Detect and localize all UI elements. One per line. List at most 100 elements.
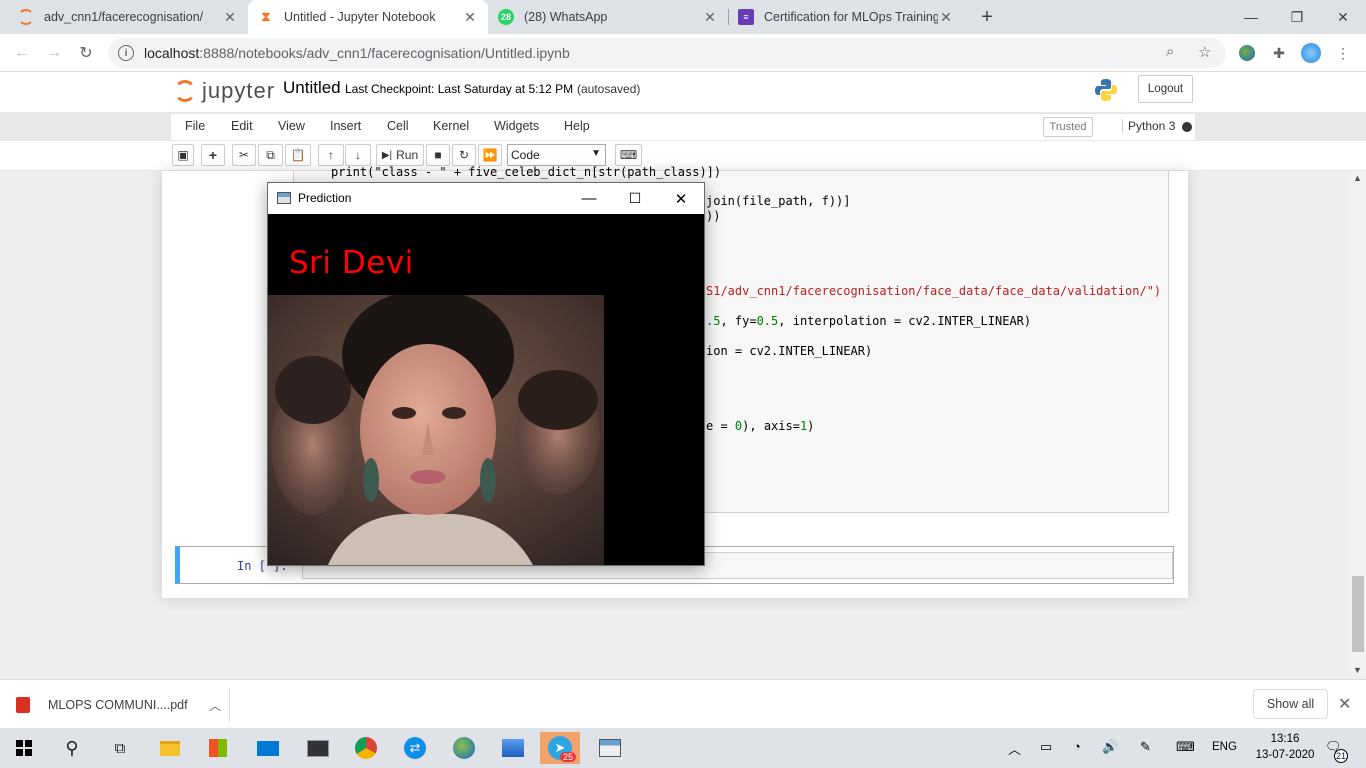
cell-type-value: Code	[511, 148, 540, 162]
battery-icon[interactable]: ▭	[1040, 739, 1052, 755]
add-cell-icon[interactable]: +	[201, 144, 225, 166]
code-line: ))	[706, 209, 721, 223]
profile-avatar[interactable]	[1301, 43, 1321, 63]
minimize-icon[interactable]: —	[566, 183, 612, 214]
python-logo-icon	[1095, 79, 1117, 101]
new-tab-button[interactable]: +	[964, 0, 1010, 34]
menu-kernel[interactable]: Kernel	[433, 119, 469, 133]
zoom-search-icon[interactable]: ⌕	[1166, 43, 1174, 60]
task-view-icon[interactable]: ⧉	[100, 732, 140, 764]
scroll-up-icon[interactable]: ▲	[1353, 173, 1362, 183]
close-icon[interactable]: ✕	[938, 9, 954, 26]
keyboard-icon[interactable]: ⌨	[1176, 739, 1195, 755]
telegram-icon[interactable]: ➤ 25	[540, 732, 580, 764]
browser-tab-strip: adv_cnn1/facerecognisation/ ✕ ⧗ Untitled…	[0, 0, 1366, 34]
opencv-window-icon[interactable]	[590, 732, 630, 764]
tab-title: (28) WhatsApp	[524, 10, 608, 24]
menu-widgets[interactable]: Widgets	[494, 119, 539, 133]
reload-icon[interactable]: ↻	[74, 41, 98, 65]
back-icon[interactable]: ←	[10, 41, 34, 65]
teamviewer-icon[interactable]: ⇄	[395, 732, 435, 764]
store-icon[interactable]	[198, 732, 238, 764]
close-icon[interactable]: ✕	[1338, 694, 1351, 714]
browser-toolbar: ← → ↻ i localhost:8888/notebooks/adv_cnn…	[0, 34, 1366, 72]
mail-icon[interactable]	[248, 732, 288, 764]
menu-view[interactable]: View	[278, 119, 305, 133]
extensions-puzzle-icon[interactable]: ✚	[1269, 43, 1289, 63]
notebook-name[interactable]: Untitled	[283, 78, 341, 98]
photos-icon[interactable]	[493, 732, 533, 764]
extension-globe-icon[interactable]	[1237, 43, 1257, 63]
forward-icon[interactable]: →	[42, 41, 66, 65]
prediction-titlebar[interactable]: Prediction — ☐ ✕	[268, 183, 704, 214]
move-up-icon[interactable]: ↑	[318, 144, 344, 166]
close-icon[interactable]: ✕	[222, 9, 238, 26]
show-all-button[interactable]: Show all	[1253, 689, 1328, 719]
close-icon[interactable]: ✕	[462, 9, 478, 26]
pen-icon[interactable]: ✎	[1140, 739, 1151, 755]
paste-icon[interactable]: 📋	[285, 144, 311, 166]
tab-file-browser[interactable]: adv_cnn1/facerecognisation/ ✕	[8, 0, 248, 34]
trusted-indicator[interactable]: Trusted	[1043, 117, 1093, 137]
move-down-icon[interactable]: ↓	[345, 144, 371, 166]
menu-cell[interactable]: Cell	[387, 119, 409, 133]
address-path: :8888/notebooks/adv_cnn1/facerecognisati…	[199, 45, 570, 61]
search-icon[interactable]: ⚲	[52, 732, 92, 764]
close-icon[interactable]: ✕	[658, 183, 704, 214]
globe-app-icon[interactable]	[444, 732, 484, 764]
code-line: S1/adv_cnn1/facerecognisation/face_data/…	[706, 284, 1162, 298]
restart-icon[interactable]: ↻	[452, 144, 476, 166]
info-icon[interactable]: i	[118, 45, 134, 61]
menu-file[interactable]: File	[185, 119, 205, 133]
prediction-window[interactable]: Prediction — ☐ ✕ Sri Devi	[267, 182, 705, 566]
kernel-name: Python 3	[1122, 119, 1175, 133]
file-explorer-icon[interactable]	[150, 732, 190, 764]
windows-taskbar: ⚲ ⧉ ⇄ ➤ 25 ︿ ▭ ◔ 🔊 ✎ ⌨ ENG 13:16 13-07-2…	[0, 728, 1366, 768]
address-bar[interactable]: i localhost:8888/notebooks/adv_cnn1/face…	[108, 38, 1226, 68]
tab-whatsapp[interactable]: 28 (28) WhatsApp ✕	[488, 0, 728, 34]
logout-button[interactable]: Logout	[1138, 75, 1193, 103]
menu-help[interactable]: Help	[564, 119, 590, 133]
pdf-file-icon	[16, 697, 30, 713]
clock[interactable]: 13:16 13-07-2020	[1250, 731, 1320, 763]
close-icon[interactable]: ✕	[702, 9, 718, 26]
menu-edit[interactable]: Edit	[231, 119, 253, 133]
code-line: ion = cv2.INTER_LINEAR)	[706, 344, 873, 358]
menu-dots-icon[interactable]: ⋮	[1333, 43, 1353, 63]
jupyter-logo[interactable]: jupyter	[174, 78, 275, 104]
restart-run-all-icon[interactable]: ⏩	[478, 144, 502, 166]
keyboard-icon[interactable]: ⌨	[615, 144, 642, 166]
start-windows-icon[interactable]	[4, 732, 44, 764]
face-photo-drawing	[268, 295, 604, 565]
jupyter-menubar: File Edit View Insert Cell Kernel Widget…	[170, 113, 1196, 141]
bookmark-star-icon[interactable]: ☆	[1198, 43, 1211, 61]
maximize-icon[interactable]: ☐	[612, 183, 658, 214]
page-scrollbar[interactable]: ▲ ▼	[1350, 171, 1366, 679]
code-line: print("class - " + five_celeb_dict_n[str…	[331, 165, 722, 179]
wifi-icon[interactable]: ◔	[1073, 739, 1081, 754]
tab-notebook[interactable]: ⧗ Untitled - Jupyter Notebook ✕	[248, 0, 488, 34]
chrome-icon[interactable]	[346, 732, 386, 764]
interrupt-icon[interactable]: ■	[426, 144, 450, 166]
save-icon[interactable]: ▣	[172, 144, 194, 166]
cell-type-select[interactable]: Code ▼	[507, 144, 606, 166]
scrollbar-thumb[interactable]	[1352, 576, 1364, 652]
code-line: .5, fy=0.5, interpolation = cv2.INTER_LI…	[706, 314, 1032, 328]
terminal-icon[interactable]	[298, 732, 338, 764]
copy-icon[interactable]: ⧉	[258, 144, 283, 166]
run-button[interactable]: ▶| Run	[376, 144, 424, 166]
volume-icon[interactable]: 🔊	[1102, 739, 1118, 755]
download-item[interactable]: MLOPS COMMUNI....pdf ︿	[16, 688, 230, 722]
language-indicator[interactable]: ENG	[1212, 741, 1237, 753]
minimize-icon[interactable]: —	[1228, 0, 1274, 34]
show-hidden-icons-icon[interactable]: ︿	[1008, 739, 1021, 758]
scroll-down-icon[interactable]: ▼	[1353, 665, 1362, 675]
menu-insert[interactable]: Insert	[330, 119, 361, 133]
tab-certification[interactable]: ≡ Certification for MLOps Training ✕	[728, 0, 964, 34]
cut-icon[interactable]: ✂	[232, 144, 256, 166]
chevron-up-icon[interactable]: ︿	[209, 697, 229, 714]
restore-icon[interactable]: ❐	[1274, 0, 1320, 34]
clock-date: 13-07-2020	[1255, 749, 1315, 761]
tab-title: Untitled - Jupyter Notebook	[284, 10, 436, 24]
close-window-icon[interactable]: ✕	[1320, 0, 1366, 34]
